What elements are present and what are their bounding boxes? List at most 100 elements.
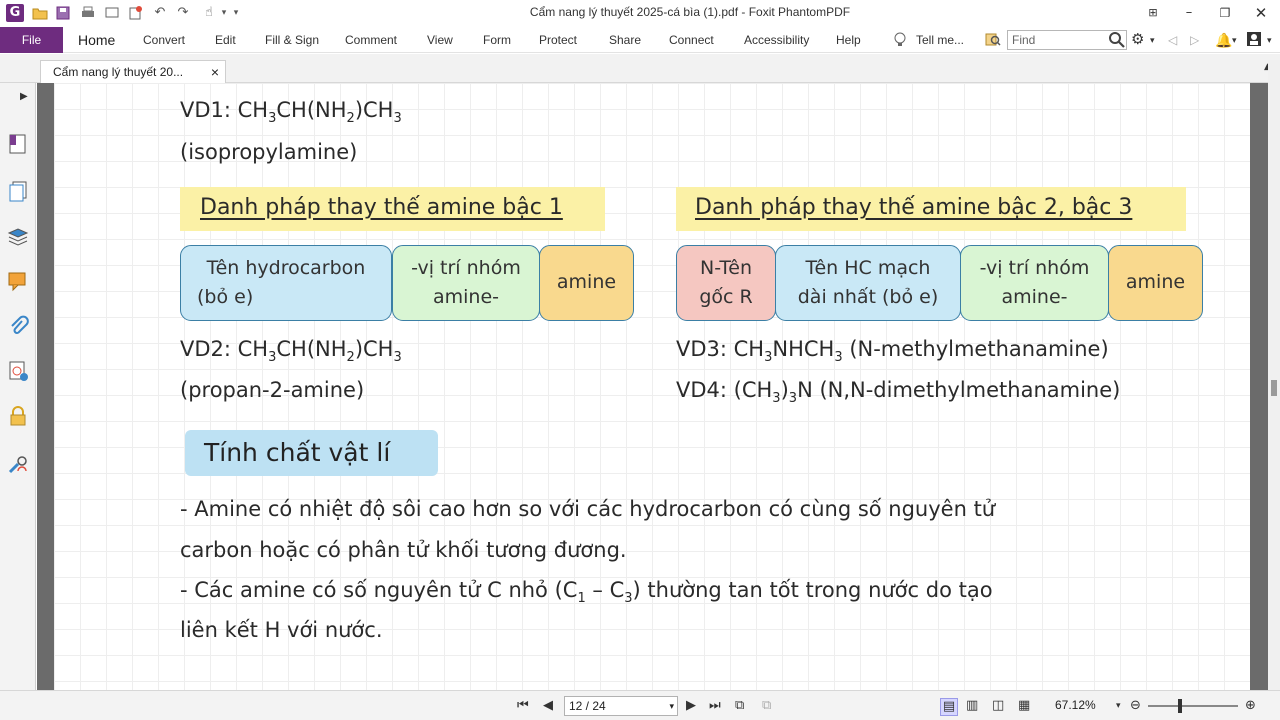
open-folder-icon[interactable]	[32, 5, 48, 21]
example-vd2-name: (propan-2-amine)	[180, 378, 365, 402]
naming-box-longest-chain: Tên HC mạch dài nhất (bỏ e)	[775, 245, 961, 321]
user-search-icon[interactable]	[7, 453, 29, 475]
chevron-down-icon[interactable]: ▾	[1232, 27, 1237, 53]
tab-protect[interactable]: Protect	[539, 27, 577, 53]
page-number-input[interactable]: 12 / 24 ▾	[564, 696, 678, 716]
previous-view-icon[interactable]: ⧉	[735, 698, 744, 714]
box-line: Tên HC mạch	[805, 257, 931, 279]
tab-fill-sign[interactable]: Fill & Sign	[265, 27, 319, 53]
section-title: Tính chất vật lí	[204, 438, 391, 467]
tab-comment[interactable]: Comment	[345, 27, 397, 53]
hand-tool-icon[interactable]: ☝	[201, 5, 217, 21]
continuous-facing-view-icon[interactable]: ▦	[1018, 698, 1030, 714]
print-icon[interactable]	[80, 5, 96, 21]
layout-grid-icon[interactable]: ⊞	[1138, 3, 1168, 23]
ribbon-tabs: File Home Convert Edit Fill & Sign Comme…	[0, 27, 1280, 53]
search-document-icon[interactable]	[985, 27, 1001, 53]
tab-help[interactable]: Help	[836, 27, 861, 53]
box-line: Tên hydrocarbon	[206, 257, 366, 279]
tab-share[interactable]: Share	[609, 27, 641, 53]
facing-view-icon[interactable]: ◫	[992, 698, 1004, 714]
heading-secondary-tertiary-amine: Danh pháp thay thế amine bậc 2, bậc 3	[695, 195, 1133, 220]
naming-box-hydrocarbon: Tên hydrocarbon (bỏ e)	[180, 245, 392, 321]
redo-icon[interactable]: ↷	[175, 5, 191, 21]
continuous-view-icon[interactable]: ▥	[966, 698, 978, 714]
box-line: N-Tên	[700, 257, 752, 279]
document-tab[interactable]: Cẩm nang lý thuyết 20... ×	[40, 60, 226, 84]
signature-panel-icon[interactable]	[7, 360, 29, 382]
chevron-down-icon[interactable]: ▾	[1150, 27, 1155, 53]
lock-icon[interactable]	[7, 405, 29, 427]
tab-connect[interactable]: Connect	[669, 27, 714, 53]
tab-home[interactable]: Home	[78, 27, 115, 53]
box-line: dài nhất (bỏ e)	[797, 286, 939, 308]
document-viewport[interactable]: VD1: CH3CH(NH2)CH3 (isopropylamine) Danh…	[37, 83, 1268, 690]
next-view-icon[interactable]: ⧉	[762, 698, 771, 714]
box-line: amine	[556, 271, 617, 293]
bell-icon[interactable]: 🔔	[1215, 27, 1232, 53]
customize-toolbar-icon[interactable]: ▾	[228, 5, 244, 21]
box-line: amine-	[1001, 286, 1068, 308]
window-title: Cẩm nang lý thuyết 2025-cá bìa (1).pdf -…	[529, 5, 851, 19]
app-logo-icon[interactable]: G	[6, 4, 24, 22]
close-tab-icon[interactable]: ×	[211, 61, 219, 83]
bookmarks-icon[interactable]	[7, 133, 29, 155]
example-vd4: VD4: (CH3)3N (N,N-dimethylmethanamine)	[676, 378, 1121, 406]
restore-button[interactable]: ❐	[1210, 3, 1240, 23]
box-line: gốc R	[699, 286, 753, 308]
minimize-button[interactable]: –	[1174, 3, 1204, 23]
paragraph-line: liên kết H với nước.	[180, 618, 383, 642]
pages-thumbnail-icon[interactable]	[7, 180, 29, 202]
zoom-level[interactable]: 67.12%	[1055, 698, 1096, 712]
box-line: amine-	[432, 286, 500, 308]
tell-me-search[interactable]: Tell me...	[916, 27, 964, 53]
zoom-out-icon[interactable]: ⊖	[1130, 698, 1141, 714]
tab-convert[interactable]: Convert	[143, 27, 185, 53]
user-account-icon[interactable]	[1246, 27, 1262, 53]
tab-form[interactable]: Form	[483, 27, 511, 53]
chevron-down-icon[interactable]: ▾	[669, 697, 674, 715]
vertical-scrollbar[interactable]	[1268, 60, 1280, 690]
layers-icon[interactable]	[7, 225, 29, 247]
tab-view[interactable]: View	[427, 27, 453, 53]
forward-arrow-icon[interactable]: ▷	[1190, 27, 1199, 53]
last-page-icon[interactable]: ⏭	[709, 698, 721, 714]
expand-panel-icon[interactable]: ▶	[20, 91, 28, 102]
search-icon[interactable]	[1108, 31, 1126, 49]
zoom-slider-thumb[interactable]	[1178, 699, 1182, 713]
box-line: amine	[1125, 271, 1186, 293]
scrollbar-thumb[interactable]	[1271, 380, 1277, 396]
status-bar: ⏮ ◀ 12 / 24 ▾ ▶ ⏭ ⧉ ⧉ ▤ ▥ ◫ ▦ 67.12% ▾ ⊖…	[0, 690, 1280, 720]
new-document-icon[interactable]	[127, 5, 143, 21]
close-button[interactable]: ✕	[1246, 3, 1276, 23]
example-vd2: VD2: CH3CH(NH2)CH3	[180, 337, 402, 365]
paragraph-line: - Amine có nhiệt độ sôi cao hơn so với c…	[180, 497, 996, 521]
previous-page-icon[interactable]: ◀	[543, 698, 553, 714]
chevron-down-icon[interactable]: ▾	[1116, 698, 1121, 714]
zoom-slider[interactable]	[1148, 705, 1238, 707]
screen-icon[interactable]	[104, 5, 120, 21]
zoom-in-icon[interactable]: ⊕	[1245, 698, 1256, 714]
pdf-page: VD1: CH3CH(NH2)CH3 (isopropylamine) Danh…	[54, 83, 1250, 690]
file-menu-button[interactable]: File	[0, 27, 63, 53]
tab-edit[interactable]: Edit	[215, 27, 236, 53]
lightbulb-icon	[893, 27, 907, 53]
back-arrow-icon[interactable]: ◁	[1168, 27, 1177, 53]
document-tab-bar: Cẩm nang lý thuyết 20... × ▲	[0, 54, 1280, 84]
box-line: -vị trí nhóm	[411, 257, 521, 279]
paragraph-line: carbon hoặc có phân tử khối tương đương.	[180, 538, 627, 562]
save-icon[interactable]	[55, 5, 71, 21]
gear-icon[interactable]: ⚙	[1131, 27, 1144, 53]
navigation-panel: ▶	[0, 83, 36, 690]
next-page-icon[interactable]: ▶	[686, 698, 696, 714]
chevron-down-icon[interactable]: ▾	[1267, 27, 1272, 53]
box-line: (bỏ e)	[197, 286, 254, 308]
comments-icon[interactable]	[7, 270, 29, 292]
attachment-icon[interactable]	[7, 315, 29, 337]
example-vd1: VD1: CH3CH(NH2)CH3	[180, 98, 402, 126]
undo-icon[interactable]: ↶	[152, 5, 168, 21]
tab-accessibility[interactable]: Accessibility	[744, 27, 809, 53]
box-line: -vị trí nhóm	[979, 257, 1090, 279]
first-page-icon[interactable]: ⏮	[517, 698, 529, 714]
single-page-view-icon[interactable]: ▤	[940, 698, 958, 716]
